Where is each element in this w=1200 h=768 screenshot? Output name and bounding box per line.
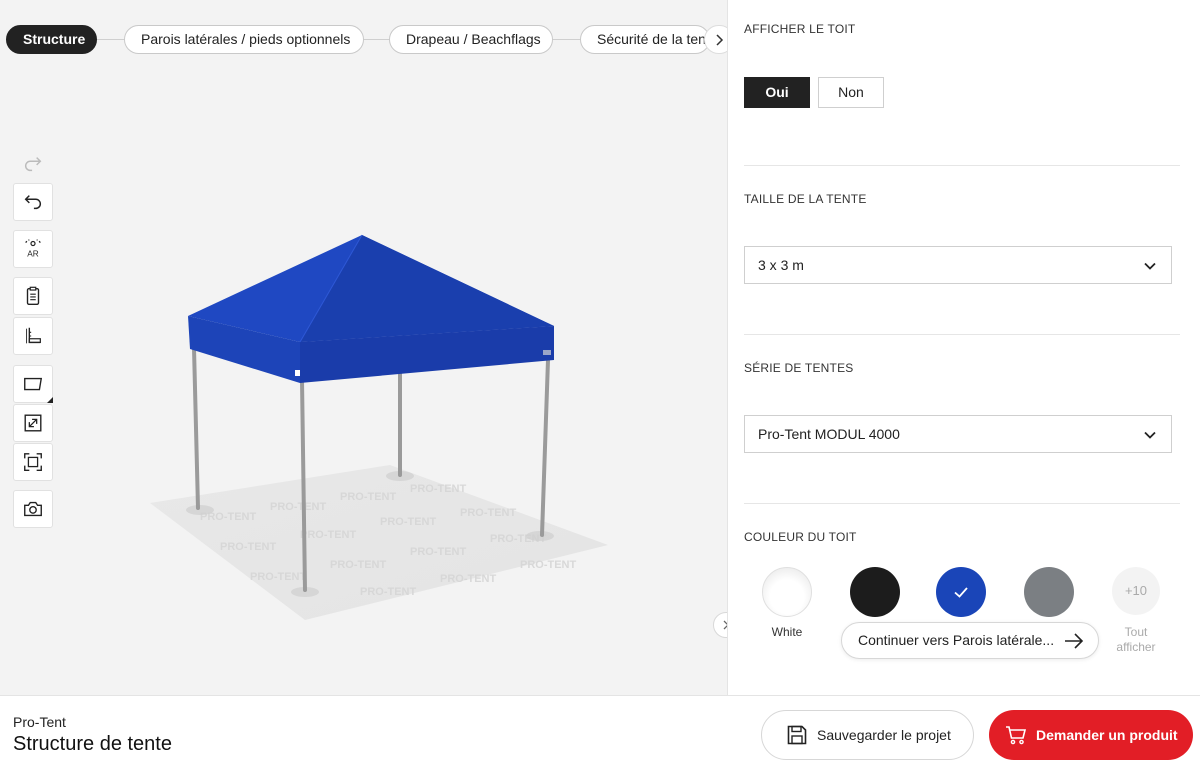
continue-button[interactable]: Continuer vers Parois latérale... — [841, 622, 1099, 659]
roof-display-title: AFFICHER LE TOIT — [744, 22, 856, 36]
svg-text:PRO-TENT: PRO-TENT — [250, 571, 307, 583]
tent-series-value: Pro-Tent MODUL 4000 — [758, 426, 900, 442]
bottom-bar: Pro-Tent Structure de tente Sauvegarder … — [0, 695, 1200, 768]
section-divider — [744, 503, 1180, 504]
tent-size-value: 3 x 3 m — [758, 257, 804, 273]
swatch-grey[interactable] — [1024, 567, 1074, 617]
tent-size-title: TAILLE DE LA TENTE — [744, 192, 867, 206]
tent-series-title: SÉRIE DE TENTES — [744, 361, 854, 375]
step-navigation: Structure Parois latérales / pieds optio… — [6, 25, 727, 54]
roof-no-button[interactable]: Non — [818, 77, 884, 108]
request-product-label: Demander un produit — [1036, 727, 1178, 743]
ar-icon: AR — [25, 239, 41, 258]
section-divider — [744, 334, 1180, 335]
svg-text:AR: AR — [27, 249, 39, 258]
show-all-colors-label: Tout afficher — [1116, 625, 1156, 654]
tent-3d-preview[interactable]: PRO-TENT PRO-TENT PRO-TENT PRO-TENT PRO-… — [140, 220, 620, 640]
save-project-label: Sauvegarder le projet — [817, 727, 951, 743]
background-button[interactable] — [13, 365, 53, 403]
summary-button[interactable] — [13, 277, 53, 315]
expand-icon — [24, 414, 42, 432]
fullscreen-button[interactable] — [13, 404, 53, 442]
roof-yes-button[interactable]: Oui — [744, 77, 810, 108]
svg-text:PRO-TENT: PRO-TENT — [520, 559, 577, 571]
dropdown-corner-icon — [47, 397, 53, 403]
step-security[interactable]: Sécurité de la tente — [580, 25, 710, 54]
options-panel: AFFICHER LE TOIT Oui Non TAILLE DE LA TE… — [727, 0, 1200, 695]
tent-canopy — [188, 234, 554, 383]
svg-text:PRO-TENT: PRO-TENT — [460, 507, 517, 519]
chevron-right-icon — [716, 33, 724, 46]
background-icon — [24, 377, 43, 391]
leg-shadow — [186, 505, 214, 515]
screenshot-button[interactable] — [13, 490, 53, 528]
step-structure[interactable]: Structure — [6, 25, 97, 54]
roof-color-title: COULEUR DU TOIT — [744, 530, 857, 544]
redo-icon — [25, 157, 42, 172]
svg-text:PRO-TENT: PRO-TENT — [270, 501, 327, 513]
checkmark-icon — [954, 587, 968, 598]
save-project-button[interactable]: Sauvegarder le projet — [761, 710, 974, 760]
camera-icon — [24, 501, 42, 517]
chevron-right-icon — [723, 620, 727, 630]
configurator-viewport[interactable]: Structure Parois latérales / pieds optio… — [0, 0, 727, 695]
brand-name: Pro-Tent — [13, 714, 66, 730]
svg-text:PRO-TENT: PRO-TENT — [220, 541, 277, 553]
measure-icon — [26, 327, 41, 344]
redo-button[interactable] — [13, 145, 53, 183]
svg-text:PRO-TENT: PRO-TENT — [340, 491, 397, 503]
undo-button[interactable] — [13, 183, 53, 221]
undo-icon — [24, 195, 41, 210]
panel-collapse-button[interactable] — [713, 612, 727, 638]
swatch-white[interactable] — [762, 567, 812, 617]
request-product-button[interactable]: Demander un produit — [989, 710, 1193, 760]
arrow-right-icon — [1065, 633, 1084, 649]
product-title: Structure de tente — [13, 733, 172, 755]
ar-button[interactable]: AR — [13, 230, 53, 268]
fit-icon — [24, 453, 42, 471]
svg-text:PRO-TENT: PRO-TENT — [380, 516, 437, 528]
tent-size-select[interactable]: 3 x 3 m — [744, 246, 1172, 284]
chevron-down-icon — [1144, 262, 1156, 270]
svg-text:PRO-TENT: PRO-TENT — [440, 573, 497, 585]
leg-shadow — [526, 531, 554, 541]
save-icon — [787, 725, 807, 745]
continue-label: Continuer vers Parois latérale... — [858, 632, 1055, 648]
fit-view-button[interactable] — [13, 443, 53, 481]
dimensions-button[interactable] — [13, 317, 53, 355]
clipboard-icon — [26, 286, 40, 305]
svg-text:PRO-TENT: PRO-TENT — [410, 483, 467, 495]
steps-next-button[interactable] — [704, 25, 727, 54]
svg-text:PRO-TENT: PRO-TENT — [360, 586, 417, 598]
swatch-white-label: White — [771, 625, 803, 639]
cart-icon — [1006, 726, 1027, 745]
section-divider — [744, 165, 1180, 166]
show-all-colors-button[interactable]: +10 — [1112, 567, 1160, 615]
svg-text:PRO-TENT: PRO-TENT — [330, 559, 387, 571]
svg-text:PRO-TENT: PRO-TENT — [410, 546, 467, 558]
chevron-down-icon — [1144, 431, 1156, 439]
tent-series-select[interactable]: Pro-Tent MODUL 4000 — [744, 415, 1172, 453]
svg-text:PRO-TENT: PRO-TENT — [300, 529, 357, 541]
swatch-black[interactable] — [850, 567, 900, 617]
step-side-walls[interactable]: Parois latérales / pieds optionnels — [124, 25, 364, 54]
swatch-blue-selected[interactable] — [936, 567, 986, 617]
step-flags[interactable]: Drapeau / Beachflags — [389, 25, 553, 54]
